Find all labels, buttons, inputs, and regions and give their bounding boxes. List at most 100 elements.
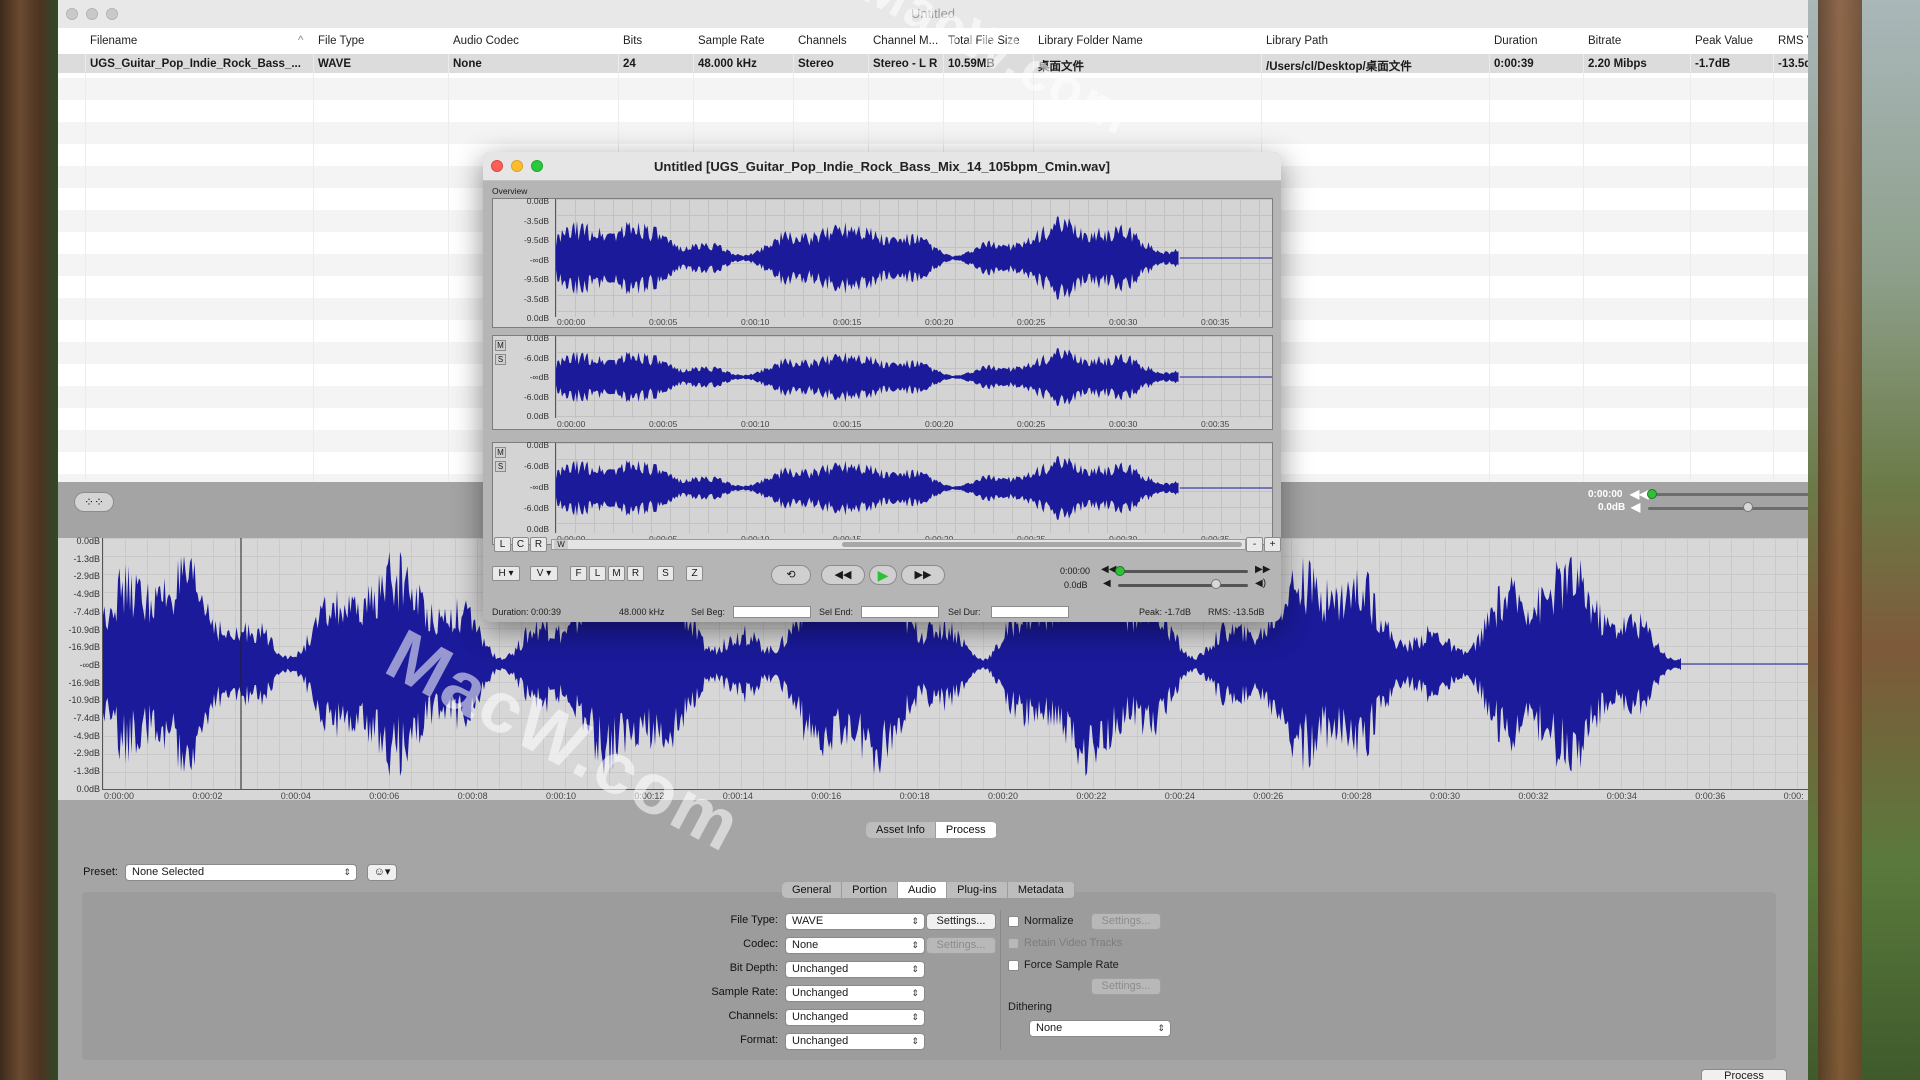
column-header[interactable]: RMS V	[1778, 35, 1808, 47]
volume-slider[interactable]	[1118, 584, 1248, 587]
column-header[interactable]: File Type	[318, 35, 364, 47]
form-select[interactable]: Unchanged ⇕	[786, 962, 924, 977]
column-header[interactable]: Total File Size	[948, 35, 1020, 47]
sel-dur-field[interactable]	[991, 606, 1069, 618]
normalize-settings-button[interactable]: Settings...	[1092, 914, 1160, 929]
table-cell: Stereo	[798, 58, 834, 70]
y-axis-label: -2.9dB	[73, 748, 100, 759]
form-label: Sample Rate:	[711, 986, 778, 998]
column-header[interactable]: Filename	[90, 35, 137, 47]
column-header[interactable]: Library Folder Name	[1038, 35, 1143, 47]
retain-video-checkbox[interactable]	[1008, 938, 1019, 949]
sel-beg-label: Sel Beg:	[691, 607, 726, 617]
left-channel-plot[interactable]	[555, 336, 1272, 418]
tab-asset-info[interactable]: Asset Info	[866, 822, 936, 838]
x-axis-label: 0:00:20	[925, 419, 954, 429]
column-header[interactable]: Audio Codec	[453, 35, 519, 47]
waveform-path	[556, 216, 1179, 300]
middle-button[interactable]: M	[608, 566, 625, 581]
y-axis-label: -9.5dB	[523, 274, 549, 284]
waveform-toggle-button[interactable]: ⁘⁘	[74, 492, 114, 512]
sel-beg-field[interactable]	[733, 606, 811, 618]
force-sample-rate-checkbox[interactable]	[1008, 960, 1019, 971]
rewind-button[interactable]: ◀◀	[821, 565, 865, 585]
loop-button[interactable]: ⟲	[771, 565, 811, 585]
volume-low-icon: ◀	[1631, 500, 1641, 514]
tab-portion[interactable]: Portion	[842, 882, 898, 898]
width-handle[interactable]: W	[554, 540, 568, 549]
zoom-button[interactable]: Z	[686, 566, 703, 581]
form-select[interactable]: Unchanged ⇕	[786, 1034, 924, 1049]
snap-button[interactable]: S	[657, 566, 674, 581]
horizontal-scrollbar[interactable]: W	[551, 539, 1246, 550]
column-header[interactable]: Duration	[1494, 35, 1537, 47]
tab-process[interactable]: Process	[935, 822, 997, 838]
right-channel-plot[interactable]	[555, 443, 1272, 533]
rewind-icon[interactable]: ◀◀	[1630, 487, 1648, 501]
vertical-zoom-select[interactable]: V ▾	[530, 566, 558, 581]
form-select[interactable]: None ⇕	[786, 938, 924, 953]
position-slider-knob[interactable]	[1647, 489, 1657, 499]
process-button[interactable]: Process	[1702, 1070, 1786, 1080]
fast-forward-button[interactable]: ▶▶	[901, 565, 945, 585]
tab-audio[interactable]: Audio	[898, 882, 948, 898]
waveform-path	[556, 348, 1179, 406]
force-rate-settings-button[interactable]: Settings...	[1092, 979, 1160, 994]
column-header[interactable]: Channels	[798, 35, 847, 47]
zoom-in-button[interactable]: +	[1264, 537, 1281, 552]
form-select[interactable]: WAVE ⇕	[786, 914, 924, 929]
column-header[interactable]: Bitrate	[1588, 35, 1621, 47]
sort-chevron-icon[interactable]: ^	[298, 35, 303, 47]
dithering-select[interactable]: None ⇕	[1030, 1021, 1170, 1036]
right-button[interactable]: R	[627, 566, 644, 581]
rewind-icon: ◀◀	[834, 569, 852, 581]
form-select[interactable]: Unchanged ⇕	[786, 986, 924, 1001]
scrollbar-thumb[interactable]	[842, 542, 1242, 547]
sel-end-label: Sel End:	[819, 607, 854, 617]
column-header[interactable]: Peak Value	[1695, 35, 1753, 47]
left-button[interactable]: L	[589, 566, 606, 581]
preset-actions-button[interactable]: ☺▾	[368, 865, 396, 880]
column-header[interactable]: Library Path	[1266, 35, 1328, 47]
sel-end-field[interactable]	[861, 606, 939, 618]
form-select[interactable]: Unchanged ⇕	[786, 1010, 924, 1025]
x-axis-label: 0:00:10	[741, 317, 770, 327]
y-axis-label: 0.0dB	[526, 313, 549, 323]
right-channel-button[interactable]: R	[530, 537, 547, 552]
audio-file-window: Untitled [UGS_Guitar_Pop_Indie_Rock_Bass…	[483, 152, 1281, 622]
y-axis-label: 0.0dB	[76, 783, 100, 794]
fast-forward-icon[interactable]: ▶▶	[1255, 564, 1270, 575]
zoom-out-button[interactable]: -	[1246, 537, 1263, 552]
file-type-settings-button[interactable]: Settings...	[927, 914, 995, 929]
x-axis-label: 0:00:25	[1017, 317, 1046, 327]
tab-plug-ins[interactable]: Plug-ins	[947, 882, 1008, 898]
tab-metadata[interactable]: Metadata	[1007, 882, 1075, 898]
normalize-checkbox[interactable]	[1008, 916, 1019, 927]
right-channel-panel[interactable]: M S 0.0dB-6.0dB-∞dB-6.0dB0.0dB 0:00:000:…	[492, 440, 1273, 545]
updown-chevron-icon: ⇕	[1157, 1023, 1165, 1033]
column-header[interactable]: Sample Rate	[698, 35, 764, 47]
fit-button[interactable]: F	[570, 566, 587, 581]
preset-select[interactable]: None Selected ⇕	[126, 865, 356, 880]
overview-plot[interactable]	[555, 199, 1272, 317]
volume-slider[interactable]	[1648, 507, 1808, 510]
codec-settings-button[interactable]: Settings...	[927, 938, 995, 953]
overview-panel[interactable]: 0.0dB -3.5dB -9.5dB -∞dB -9.5dB -3.5dB 0.0dB 0…	[492, 196, 1273, 328]
table-row[interactable]: UGS_Guitar_Pop_Indie_Rock_Bass_... WAVE …	[58, 55, 1808, 73]
center-channel-button[interactable]: C	[512, 537, 529, 552]
duration-label: Duration: 0:00:39	[492, 607, 562, 617]
play-button[interactable]: ▶	[869, 565, 897, 585]
position-slider-knob[interactable]	[1115, 566, 1125, 576]
horizontal-zoom-select[interactable]: H ▾	[492, 566, 520, 581]
position-slider[interactable]	[1648, 493, 1808, 496]
column-header[interactable]: Bits	[623, 35, 642, 47]
left-channel-panel[interactable]: M S 0.0dB -6.0dB -∞dB -6.0dB 0.0dB 0:00:00 0:…	[492, 333, 1273, 430]
column-header[interactable]: Channel M...	[873, 35, 938, 47]
tree-trunk	[1818, 0, 1862, 1080]
tab-general[interactable]: General	[782, 882, 843, 898]
x-axis-label: 0:00:30	[1109, 419, 1138, 429]
position-slider[interactable]	[1118, 570, 1248, 573]
volume-slider-knob[interactable]	[1743, 502, 1753, 512]
left-channel-button[interactable]: L	[494, 537, 511, 552]
volume-slider-knob[interactable]	[1211, 579, 1221, 589]
